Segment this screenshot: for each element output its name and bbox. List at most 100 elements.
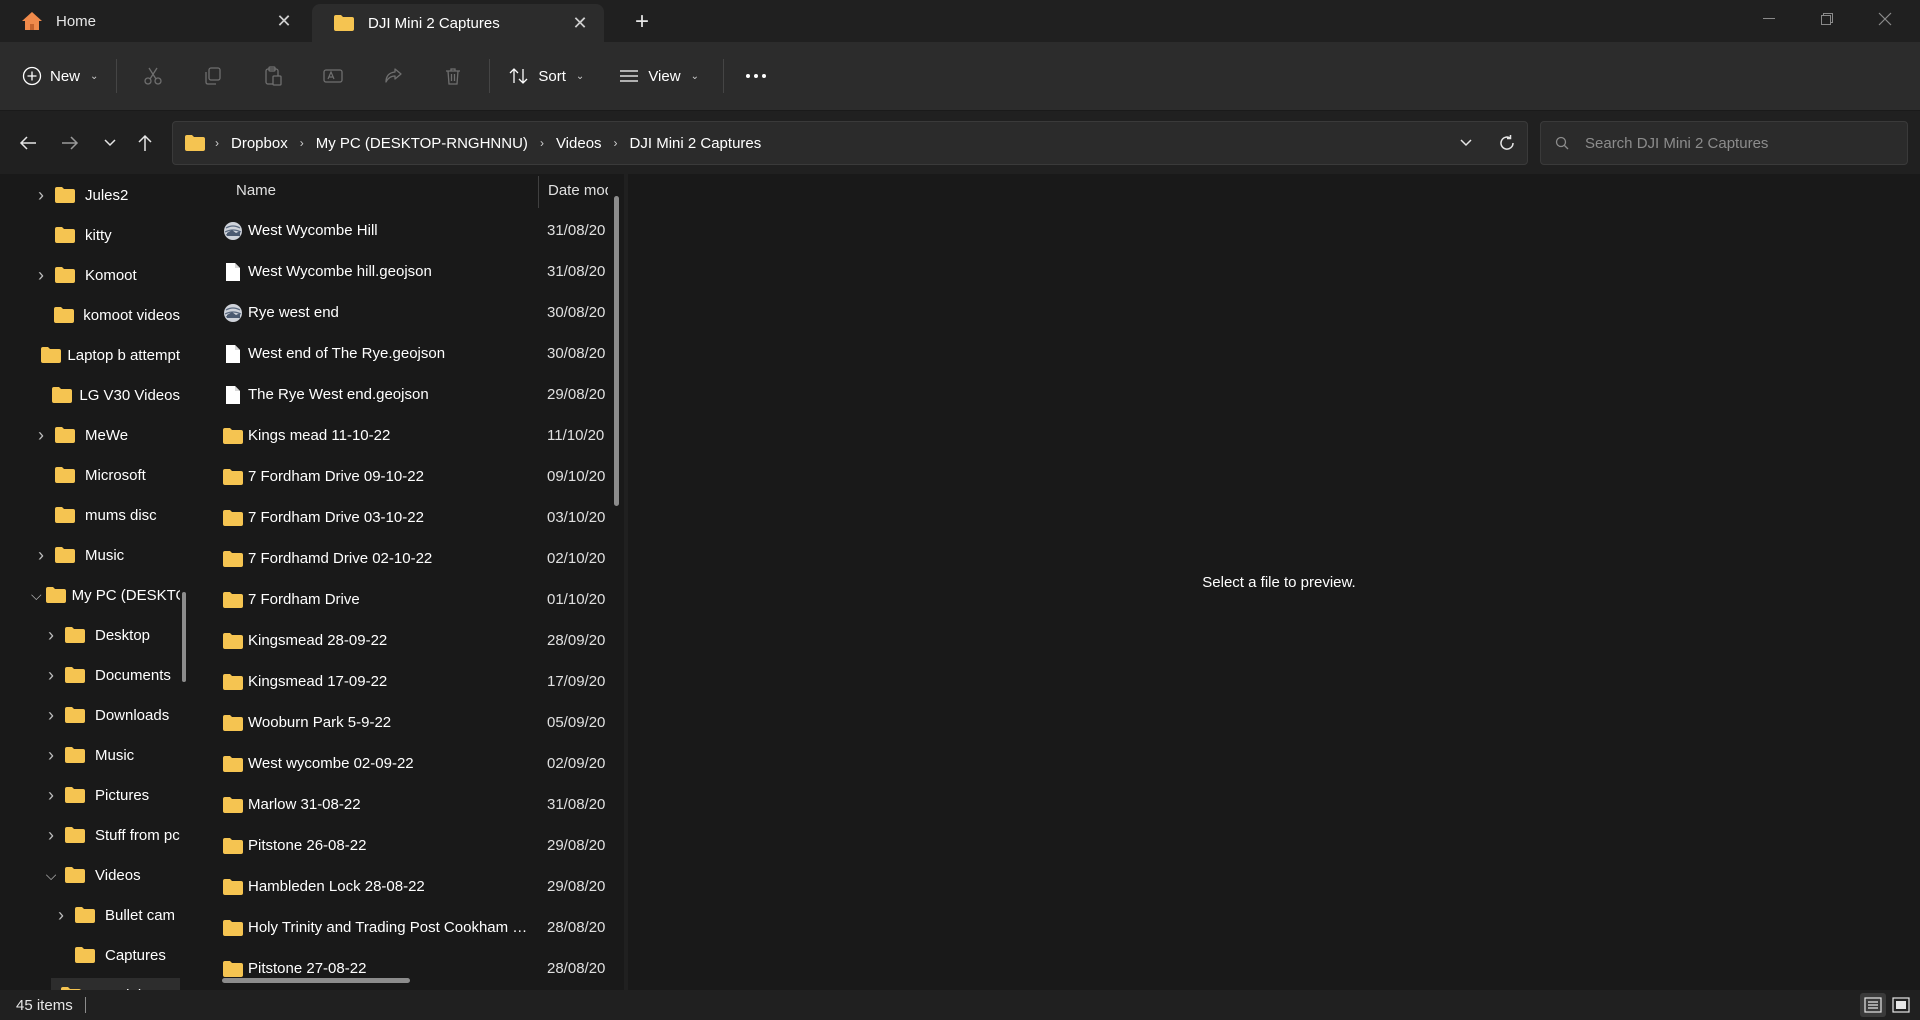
- file-row[interactable]: Marlow 31-08-22 31/08/2022: [200, 784, 610, 825]
- breadcrumb-dropbox[interactable]: Dropbox: [231, 135, 288, 152]
- chevron-down-icon[interactable]: ⌵: [41, 867, 61, 884]
- sidebar-item[interactable]: › Music: [41, 738, 180, 772]
- sidebar-scrollbar[interactable]: [182, 592, 186, 682]
- more-options-button[interactable]: [730, 54, 782, 98]
- sidebar-item[interactable]: › Downloads: [41, 698, 180, 732]
- file-row[interactable]: 7 Fordham Drive 03-10-22 03/10/2022: [200, 497, 610, 538]
- minimize-button[interactable]: [1740, 0, 1798, 38]
- sidebar-item-label: kitty: [85, 226, 112, 244]
- share-button[interactable]: [363, 54, 423, 98]
- copy-button[interactable]: [183, 54, 243, 98]
- back-button[interactable]: [10, 125, 46, 161]
- file-row[interactable]: Kingsmead 28-09-22 28/09/2022: [200, 620, 610, 661]
- file-list: Name Date modified West Wycombe Hill 31/0…: [200, 174, 624, 990]
- chevron-right-icon[interactable]: ›: [31, 185, 51, 206]
- file-row[interactable]: Kings mead 11-10-22 11/10/2022: [200, 415, 610, 456]
- delete-button[interactable]: [423, 54, 483, 98]
- file-row[interactable]: Kingsmead 17-09-22 17/09/2022: [200, 661, 610, 702]
- close-icon[interactable]: ✕: [562, 8, 598, 38]
- column-header-date[interactable]: Date modified: [548, 182, 608, 199]
- file-row[interactable]: The Rye West end.geojson 29/08/2022: [200, 374, 610, 415]
- chevron-right-icon[interactable]: ›: [41, 625, 61, 646]
- chevron-down-icon[interactable]: ⌵: [31, 587, 42, 604]
- sidebar-item[interactable]: ›DJI Mini 2 Captures: [51, 978, 180, 990]
- sidebar-item[interactable]: › Music: [31, 538, 180, 572]
- sort-button[interactable]: Sort ⌄: [508, 54, 584, 98]
- file-row[interactable]: Wooburn Park 5-9-22 05/09/2022: [200, 702, 610, 743]
- sidebar-item[interactable]: › MeWe: [31, 418, 180, 452]
- sidebar-item[interactable]: Captures: [51, 938, 180, 972]
- cut-button[interactable]: [123, 54, 183, 98]
- vertical-scrollbar[interactable]: [614, 196, 619, 506]
- sidebar-item[interactable]: › Stuff from pc: [41, 818, 180, 852]
- breadcrumb-videos[interactable]: Videos: [556, 135, 602, 152]
- file-name: Hambleden Lock 28-08-22: [248, 878, 425, 895]
- chevron-right-icon[interactable]: ›: [41, 665, 61, 686]
- folder-icon: [222, 631, 244, 651]
- details-view-button[interactable]: [1860, 993, 1886, 1017]
- rename-button[interactable]: [303, 54, 363, 98]
- chevron-right-icon[interactable]: ›: [41, 785, 61, 806]
- large-icons-view-button[interactable]: [1888, 993, 1914, 1017]
- search-input[interactable]: [1585, 134, 1885, 152]
- sidebar-item[interactable]: kitty: [31, 218, 180, 252]
- restore-button[interactable]: [1798, 0, 1856, 38]
- breadcrumb-my-pc[interactable]: My PC (DESKTOP-RNGHNNU): [316, 135, 528, 152]
- chevron-right-icon[interactable]: ›: [31, 425, 51, 446]
- chevron-right-icon[interactable]: ›: [41, 745, 61, 766]
- tab-home[interactable]: Home ✕: [0, 0, 308, 42]
- file-row[interactable]: West Wycombe hill.geojson 31/08/2022: [200, 251, 610, 292]
- view-button[interactable]: View ⌄: [618, 54, 699, 98]
- file-row[interactable]: 7 Fordhamd Drive 02-10-22 02/10/2022: [200, 538, 610, 579]
- file-row[interactable]: West wycombe 02-09-22 02/09/2022: [200, 743, 610, 784]
- sidebar-item-label: My PC (DESKTOP-RNGHNNU): [71, 586, 180, 604]
- refresh-button[interactable]: [1487, 134, 1527, 152]
- address-dropdown-button[interactable]: [1445, 138, 1487, 148]
- sidebar-item[interactable]: › Desktop: [41, 618, 180, 652]
- sidebar-item[interactable]: › Komoot: [31, 258, 180, 292]
- column-resize-handle[interactable]: [538, 176, 539, 208]
- recent-locations-button[interactable]: [92, 125, 128, 161]
- sidebar-item[interactable]: › Bullet cam: [51, 898, 180, 932]
- file-row[interactable]: Hambleden Lock 28-08-22 29/08/2022: [200, 866, 610, 907]
- sidebar-item[interactable]: komoot videos: [31, 298, 180, 332]
- sidebar-item[interactable]: › Pictures: [41, 778, 180, 812]
- chevron-right-icon[interactable]: ›: [41, 825, 61, 846]
- address-bar[interactable]: › Dropbox › My PC (DESKTOP-RNGHNNU) › Vi…: [172, 121, 1528, 165]
- paste-button[interactable]: [243, 54, 303, 98]
- column-header-name[interactable]: Name: [236, 182, 276, 199]
- sidebar-item[interactable]: ⌵ My PC (DESKTOP-RNGHNNU): [31, 578, 180, 612]
- file-row[interactable]: West Wycombe Hill 31/08/2022: [200, 210, 610, 251]
- file-row[interactable]: Holy Trinity and Trading Post Cookham 28…: [200, 907, 610, 948]
- close-icon[interactable]: ✕: [266, 6, 302, 36]
- breadcrumb-current[interactable]: DJI Mini 2 Captures: [630, 135, 762, 152]
- up-button[interactable]: [127, 125, 163, 161]
- sidebar-item[interactable]: mums disc: [31, 498, 180, 532]
- sidebar-item[interactable]: › Documents: [41, 658, 180, 692]
- chevron-right-icon[interactable]: ›: [31, 265, 51, 286]
- sidebar-item[interactable]: LG V30 Videos: [31, 378, 180, 412]
- sidebar-item[interactable]: Laptop b attempt: [31, 338, 180, 372]
- forward-button[interactable]: [52, 125, 88, 161]
- new-tab-button[interactable]: +: [622, 6, 662, 38]
- chevron-right-icon[interactable]: ›: [51, 905, 71, 926]
- restore-icon: [1821, 13, 1833, 25]
- clipboard-icon: [265, 66, 283, 86]
- close-window-button[interactable]: [1856, 0, 1914, 38]
- chevron-right-icon[interactable]: ›: [31, 545, 51, 566]
- chevron-right-icon[interactable]: ›: [41, 705, 61, 726]
- sidebar-item[interactable]: ⌵ Videos: [41, 858, 180, 892]
- file-row[interactable]: Rye west end 30/08/2022: [200, 292, 610, 333]
- file-row[interactable]: 7 Fordham Drive 01/10/2022: [200, 579, 610, 620]
- sidebar-item[interactable]: Microsoft: [31, 458, 180, 492]
- folder-icon: [55, 187, 79, 203]
- tab-dji-mini-2-captures[interactable]: DJI Mini 2 Captures ✕: [312, 4, 604, 42]
- sidebar-item[interactable]: › Jules2: [31, 178, 180, 212]
- file-row[interactable]: Pitstone 26-08-22 29/08/2022: [200, 825, 610, 866]
- file-row[interactable]: 7 Fordham Drive 09-10-22 09/10/2022: [200, 456, 610, 497]
- search-box[interactable]: [1540, 121, 1908, 165]
- chevron-right-icon: ›: [299, 136, 304, 150]
- new-button[interactable]: New ⌄: [22, 54, 98, 98]
- file-row[interactable]: West end of The Rye.geojson 30/08/2022: [200, 333, 610, 374]
- horizontal-scrollbar[interactable]: [222, 978, 410, 983]
